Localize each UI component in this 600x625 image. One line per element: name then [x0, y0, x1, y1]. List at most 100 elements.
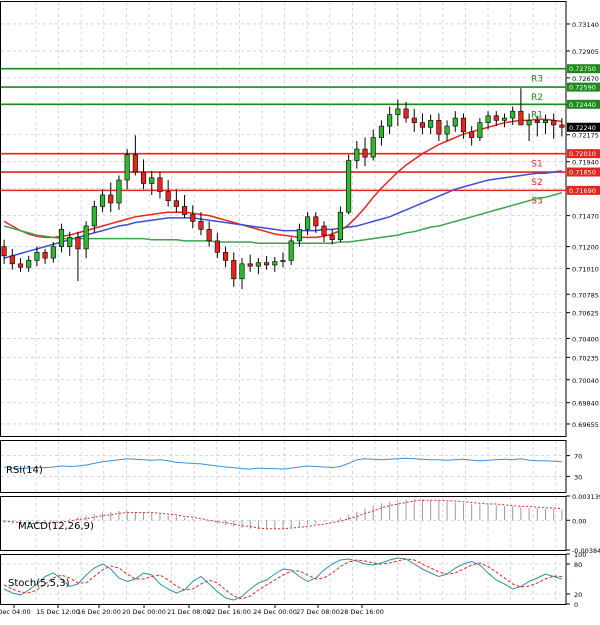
candle-bear — [182, 206, 188, 215]
y-tick-label: 0.69840 — [572, 400, 599, 408]
candle-bear — [132, 154, 138, 173]
candle-bull — [272, 261, 278, 266]
candle-bull — [124, 154, 130, 181]
rsi-panel — [0, 440, 567, 493]
level-price-text-s2: 0.71850 — [569, 169, 596, 177]
candle-bear — [42, 252, 48, 259]
candle-bear — [534, 120, 540, 123]
candle-bear — [551, 120, 557, 126]
y-tick-label: 0.70040 — [572, 377, 599, 385]
rsi-tick-label: 30 — [574, 473, 582, 481]
candle-bull — [452, 117, 458, 127]
candle-bull — [91, 206, 97, 227]
candle-bull — [501, 117, 508, 121]
macd-tick-label: 0.00 — [572, 517, 586, 525]
candle-bull — [34, 252, 40, 261]
stoch-panel — [0, 554, 567, 605]
rsi-tick-label: 70 — [574, 453, 582, 461]
candle-bull — [510, 110, 516, 119]
candle-bull — [428, 120, 434, 128]
candle-bear — [1, 246, 7, 257]
level-price-text-r1: 0.72440 — [569, 101, 596, 109]
chart-window: 0.731400.729050.726700.724350.721750.719… — [0, 0, 600, 621]
candle-bull — [296, 229, 302, 242]
x-tick-label: 27 Dec 08:00 — [296, 608, 340, 616]
y-tick-label: 0.71940 — [572, 159, 599, 167]
x-tick-label: 22 Dec 16:00 — [207, 608, 251, 616]
current-price-text: 0.72240 — [569, 124, 596, 132]
candle-bear — [493, 115, 499, 121]
y-tick-label: 0.70785 — [572, 291, 599, 299]
y-tick-label: 0.71010 — [572, 265, 599, 273]
candle-bull — [288, 240, 294, 261]
candle-bull — [239, 263, 245, 280]
candle-bull — [337, 211, 343, 241]
price-panel — [0, 1, 567, 437]
candle-bear — [469, 131, 475, 138]
x-tick-label: 16 Dec 20:00 — [77, 608, 121, 616]
candle-bear — [223, 252, 229, 261]
level-price-text-r3: 0.72750 — [569, 65, 596, 73]
candle-bear — [206, 229, 212, 242]
candle-bear — [313, 216, 319, 227]
candle-bear — [247, 263, 253, 267]
candle-bear — [559, 124, 565, 128]
candle-bear — [460, 117, 467, 133]
x-tick-label: 24 Dec 00:00 — [253, 608, 297, 616]
level-price-text-s3: 0.71690 — [569, 187, 596, 195]
candle-bear — [198, 221, 204, 230]
y-tick-label: 0.71200 — [572, 244, 599, 252]
candle-bull — [378, 125, 384, 138]
candle-bull — [542, 120, 549, 123]
candle-bear — [157, 177, 163, 192]
candle-bull — [395, 108, 401, 115]
candle-bull — [387, 114, 393, 127]
candle-bear — [140, 171, 147, 184]
candle-bull — [346, 160, 352, 213]
y-tick-label: 0.71470 — [572, 213, 599, 221]
macd-tick-label: 0.003139 — [572, 493, 600, 501]
stoch-tick-label: 20 — [574, 591, 582, 599]
candle-bull — [354, 148, 360, 161]
candle-bear — [436, 120, 442, 135]
candle-bull — [99, 194, 106, 207]
level-label-s1: S1 — [531, 160, 542, 170]
candle-bull — [485, 115, 491, 123]
candle-bull — [255, 262, 261, 267]
y-tick-label: 0.70235 — [572, 354, 599, 362]
level-label-r2: R2 — [531, 93, 543, 103]
y-tick-label: 0.72670 — [572, 75, 599, 83]
candle-bear — [108, 194, 114, 204]
candle-bull — [280, 260, 286, 262]
level-label-r3: R3 — [531, 75, 543, 85]
level-price-text-s1: 0.72010 — [569, 150, 596, 158]
candle-bear — [264, 262, 270, 266]
chart-svg: 0.731400.729050.726700.724350.721750.719… — [0, 1, 600, 616]
x-tick-label: Dec 04:00 — [0, 608, 31, 616]
candle-bull — [83, 225, 89, 250]
x-tick-label: 15 Dec 12:00 — [36, 608, 80, 616]
stoch-tick-label: 80 — [574, 561, 582, 569]
candle-bull — [50, 246, 56, 259]
level-label-s2: S2 — [531, 178, 542, 188]
y-tick-label: 0.72905 — [572, 48, 599, 56]
candle-bear — [9, 255, 15, 265]
candle-bear — [329, 234, 335, 241]
stoch-tick-label: 100 — [574, 551, 586, 559]
macd-label: MACD(12,26,9) — [18, 521, 94, 532]
y-tick-label: 0.69655 — [572, 421, 599, 429]
candle-bull — [305, 216, 311, 230]
candle-bull — [149, 177, 155, 184]
candle-bear — [17, 263, 24, 268]
candle-bear — [419, 122, 426, 128]
y-tick-label: 0.73140 — [572, 21, 599, 29]
candle-bull — [444, 125, 450, 135]
y-tick-label: 0.72175 — [572, 132, 599, 140]
y-tick-label: 0.70400 — [572, 335, 599, 343]
candle-bull — [58, 229, 65, 247]
candle-bear — [190, 214, 196, 222]
candle-bull — [26, 260, 32, 268]
candle-bull — [370, 137, 376, 158]
candle-bear — [403, 108, 409, 119]
level-price-text-r2: 0.72590 — [569, 84, 596, 92]
